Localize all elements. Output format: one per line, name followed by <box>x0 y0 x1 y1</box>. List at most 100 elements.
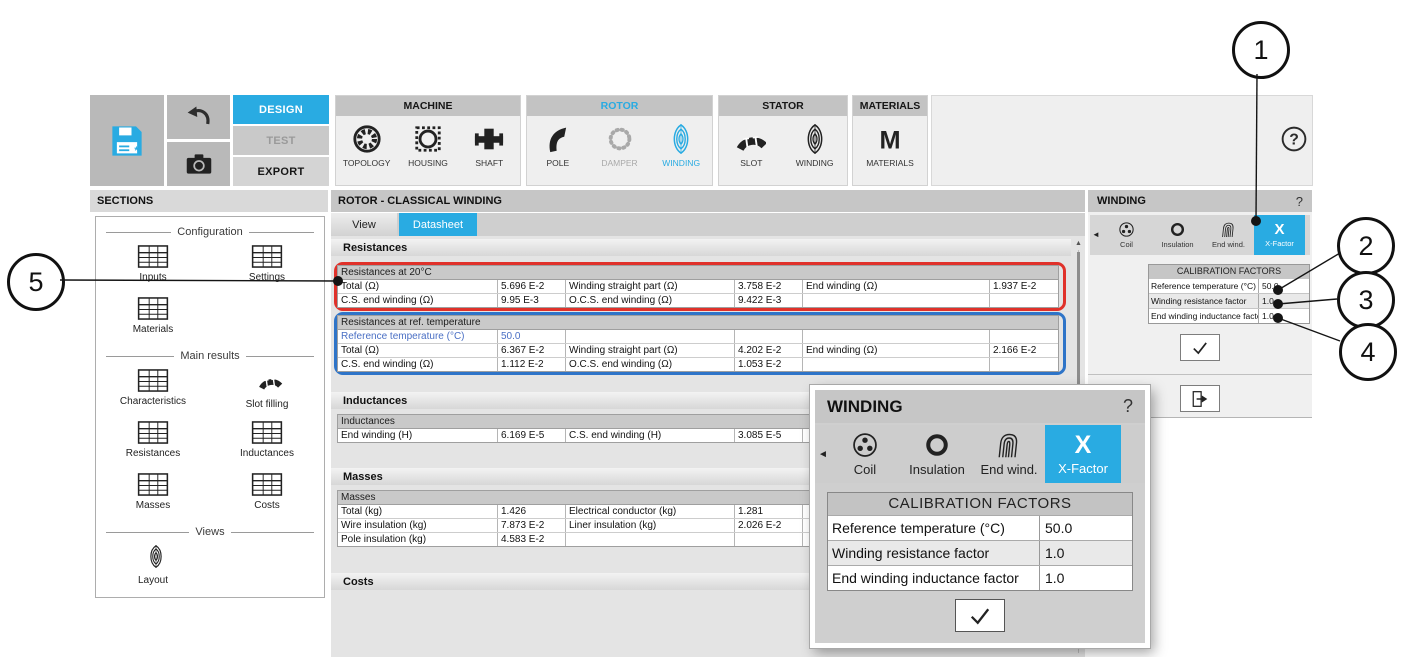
design-mode-button[interactable]: DESIGN <box>233 95 329 124</box>
topology-button[interactable]: TOPOLOGY <box>336 124 397 168</box>
x-factor-icon: X <box>1274 222 1284 237</box>
mode-switch: DESIGN TEST EXPORT <box>233 95 329 188</box>
cell-label: Winding straight part (Ω) <box>566 344 735 357</box>
camera-icon <box>185 150 213 178</box>
tab-x-factor[interactable]: X X-Factor <box>1254 215 1305 255</box>
table-row: Reference temperature (°C) 50.0 <box>1149 278 1309 293</box>
topology-icon <box>352 124 382 154</box>
end-winding-label: End wind. <box>1212 240 1245 249</box>
popup-tab-end-winding[interactable]: End wind. <box>973 425 1045 483</box>
save-icon <box>109 123 145 159</box>
scrollbar-thumb[interactable] <box>1077 252 1080 402</box>
cell-value: 3.758 E-2 <box>735 280 803 293</box>
panel-help-button[interactable]: ? <box>1296 194 1303 209</box>
tab-datasheet[interactable]: Datasheet <box>399 213 477 236</box>
x-factor-icon: X <box>1075 433 1092 458</box>
popup-help-button[interactable]: ? <box>1123 396 1133 417</box>
cell-label: Reference temperature (°C) <box>338 330 498 343</box>
sidebar-item-settings[interactable]: Settings <box>249 239 285 291</box>
sidebar-item-layout[interactable]: Layout <box>138 539 168 591</box>
coil-icon <box>851 431 879 459</box>
rotor-damper-button[interactable]: DAMPER <box>589 124 651 168</box>
materials-group-title: MATERIALS <box>853 96 927 116</box>
reference-temperature-label: Reference temperature (°C) <box>1149 279 1259 293</box>
scroll-up-icon[interactable]: ▲ <box>1074 240 1083 248</box>
housing-label: HOUSING <box>408 158 448 168</box>
housing-button[interactable]: HOUSING <box>397 124 458 168</box>
cell-value: 6.169 E-5 <box>498 429 566 442</box>
stator-winding-label: WINDING <box>796 158 834 168</box>
table-icon <box>137 421 169 444</box>
tab-coil[interactable]: Coil <box>1101 215 1152 255</box>
panel-divider <box>1088 374 1312 375</box>
end-winding-icon <box>1220 221 1237 238</box>
tab-insulation[interactable]: Insulation <box>1152 215 1203 255</box>
scroll-left-icon[interactable]: ◄ <box>1092 230 1100 239</box>
cell-value <box>735 533 803 546</box>
stator-slot-button[interactable]: SLOT <box>720 124 782 168</box>
cell-label <box>803 294 990 307</box>
winding-resistance-factor-field[interactable]: 1.0 <box>1259 296 1309 306</box>
cell-value: 1.053 E-2 <box>735 358 803 371</box>
rotor-winding-label: WINDING <box>662 158 700 168</box>
sidebar-item-costs[interactable]: Costs <box>251 467 283 519</box>
table-row: C.S. end winding (Ω) 9.95 E-3 O.C.S. end… <box>338 294 1058 307</box>
popup-apply-button[interactable] <box>955 599 1005 632</box>
apply-button[interactable] <box>1180 334 1220 361</box>
export-button[interactable] <box>1180 385 1220 412</box>
winding-panel-header: WINDING ? <box>1088 190 1312 212</box>
sidebar-item-inductances[interactable]: Inductances <box>240 415 294 467</box>
cell-label: Winding straight part (Ω) <box>566 280 735 293</box>
end-winding-inductance-factor-field[interactable]: 1.0 <box>1040 570 1132 586</box>
popup-tab-insulation[interactable]: Insulation <box>901 425 973 483</box>
winding-panel-zoom-popup: WINDING ? ◄ Coil Insulation End wind. X … <box>810 385 1150 648</box>
sidebar-item-masses[interactable]: Masses <box>136 467 170 519</box>
cell-label: Total (Ω) <box>338 280 498 293</box>
save-button[interactable] <box>90 95 164 186</box>
sidebar-item-materials[interactable]: Materials <box>133 291 174 343</box>
cell-label: Pole insulation (kg) <box>338 533 498 546</box>
cell-label: C.S. end winding (H) <box>566 429 735 442</box>
table-row: Total (Ω) 5.696 E-2 Winding straight par… <box>338 280 1058 294</box>
inductances-label: Inductances <box>240 448 294 459</box>
help-button[interactable] <box>1280 125 1308 153</box>
cell-label: End winding (Ω) <box>803 344 990 357</box>
reference-temperature-field[interactable]: 50.0 <box>1040 520 1132 536</box>
sidebar-item-slot-filling[interactable]: Slot filling <box>246 363 289 415</box>
group-label-configuration: Configuration <box>106 225 314 239</box>
end-winding-inductance-factor-field[interactable]: 1.0 <box>1259 311 1309 321</box>
rotor-winding-button[interactable]: WINDING <box>650 124 712 168</box>
characteristics-label: Characteristics <box>120 396 186 407</box>
cell-label: Liner insulation (kg) <box>566 519 735 532</box>
export-mode-button[interactable]: EXPORT <box>233 157 329 186</box>
cell-value <box>735 330 803 343</box>
tab-end-winding[interactable]: End wind. <box>1203 215 1254 255</box>
popup-tab-coil[interactable]: Coil <box>829 425 901 483</box>
cell-label: C.S. end winding (Ω) <box>338 294 498 307</box>
scroll-left-icon[interactable]: ◄ <box>818 449 828 460</box>
sidebar-item-characteristics[interactable]: Characteristics <box>120 363 186 415</box>
tab-view[interactable]: View <box>331 213 397 236</box>
undo-button[interactable] <box>167 95 230 139</box>
rotor-pole-button[interactable]: POLE <box>527 124 589 168</box>
cell-value: 1.937 E-2 <box>990 280 1058 293</box>
winding-resistance-factor-field[interactable]: 1.0 <box>1040 545 1132 561</box>
screenshot-button[interactable] <box>167 142 230 186</box>
sidebar-item-inputs[interactable]: Inputs <box>137 239 169 291</box>
callout-5: 5 <box>7 253 65 311</box>
damper-label: DAMPER <box>601 158 637 168</box>
cell-value: 1.281 <box>735 505 803 518</box>
sidebar-item-resistances[interactable]: Resistances <box>126 415 180 467</box>
callout-2: 2 <box>1337 217 1395 275</box>
test-mode-button[interactable]: TEST <box>233 126 329 155</box>
stator-winding-button[interactable]: WINDING <box>784 124 846 168</box>
popup-title: WINDING <box>827 397 903 417</box>
materials-button[interactable]: MATERIALS <box>859 124 921 168</box>
annotation-box-blue: Resistances at ref. temperature Referenc… <box>334 312 1066 375</box>
machine-group-title: MACHINE <box>336 96 520 116</box>
cell-label: End winding (Ω) <box>803 280 990 293</box>
popup-tab-x-factor[interactable]: X X-Factor <box>1045 425 1121 483</box>
reference-temperature-field[interactable]: 50.0 <box>1259 281 1309 291</box>
shaft-button[interactable]: SHAFT <box>459 124 520 168</box>
cell-value: 6.367 E-2 <box>498 344 566 357</box>
